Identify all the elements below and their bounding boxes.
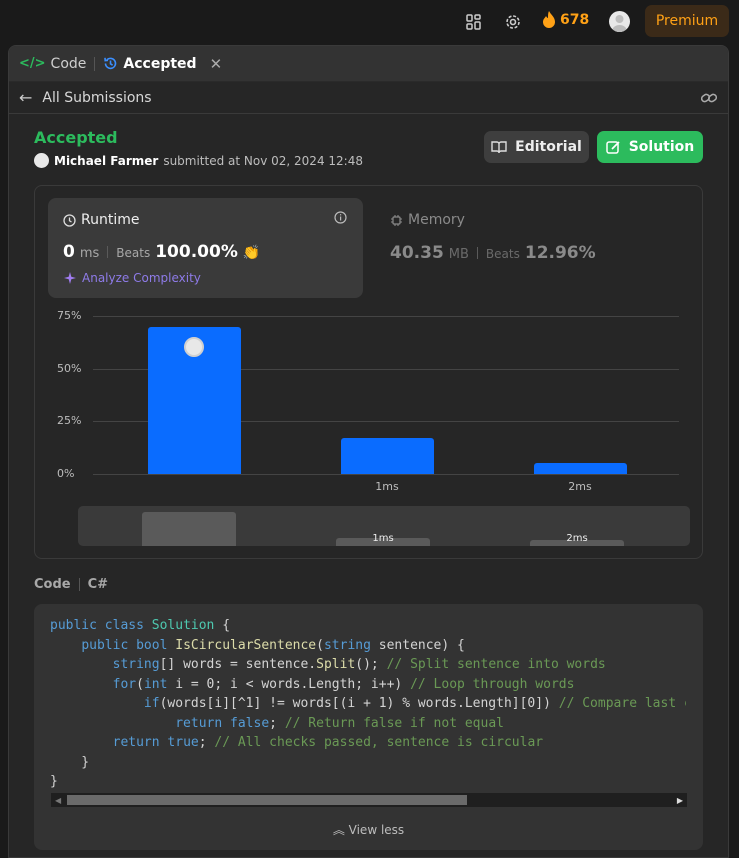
gridline xyxy=(93,474,679,475)
view-less-label: View less xyxy=(348,823,405,837)
memory-label: Memory xyxy=(408,212,465,228)
gear-icon[interactable] xyxy=(503,12,523,32)
submissions-bar: ← All Submissions xyxy=(9,82,728,114)
x-tick-label: 1ms xyxy=(375,480,399,493)
runtime-unit: ms xyxy=(79,246,100,261)
memory-beats-label: Beats xyxy=(485,247,520,261)
memory-unit: MB xyxy=(448,247,469,262)
chart-overview-slider[interactable]: 1ms 2ms xyxy=(78,506,690,546)
submitted-time: submitted at Nov 02, 2024 12:48 xyxy=(163,153,363,168)
runtime-label: Runtime xyxy=(81,212,140,228)
language-label: C# xyxy=(87,577,109,592)
performance-stats: Runtime 0 ms Beats 100.00% 👏 Analyze Com… xyxy=(34,185,703,559)
close-icon[interactable]: ✕ xyxy=(210,55,223,73)
user-position-avatar xyxy=(184,336,204,357)
y-tick-label: 25% xyxy=(57,414,82,428)
divider xyxy=(107,246,109,258)
avatar[interactable] xyxy=(609,11,630,32)
chevrons-up-icon: ︽ xyxy=(332,823,345,837)
scroll-left-icon[interactable]: ◀ xyxy=(55,796,61,805)
link-icon[interactable] xyxy=(700,90,718,110)
overview-label: 1ms xyxy=(372,533,394,544)
info-icon[interactable] xyxy=(334,211,347,228)
edit-icon xyxy=(605,140,620,154)
book-icon xyxy=(491,141,507,154)
submitter-info: Michael Farmer submitted at Nov 02, 2024… xyxy=(34,153,363,168)
overview-bar xyxy=(142,512,236,546)
tab-code-label: Code xyxy=(50,55,87,72)
runtime-title: Runtime xyxy=(63,212,139,228)
code-block[interactable]: public class Solution { public bool IsCi… xyxy=(50,616,686,794)
editorial-button[interactable]: Editorial xyxy=(484,131,589,163)
top-nav: 678 Premium xyxy=(0,0,739,44)
all-submissions-link[interactable]: All Submissions xyxy=(42,90,151,106)
code-icon: </> xyxy=(19,56,46,71)
code-viewer: public class Solution { public bool IsCi… xyxy=(34,604,703,850)
runtime-beats-label: Beats xyxy=(116,246,151,260)
chart-bar[interactable] xyxy=(340,438,434,474)
streak-counter[interactable]: 678 xyxy=(542,11,589,28)
code-label: Code xyxy=(34,577,71,592)
solution-label: Solution xyxy=(628,139,695,155)
memory-card[interactable]: Memory xyxy=(390,212,465,228)
runtime-beats-value: 100.00% xyxy=(155,242,238,262)
chip-icon xyxy=(391,214,402,226)
tab-accepted[interactable]: Accepted ✕ xyxy=(103,55,222,73)
scroll-right-icon[interactable]: ▶ xyxy=(677,796,683,805)
clock-icon xyxy=(63,213,76,227)
chart-bar[interactable] xyxy=(533,463,627,474)
premium-button[interactable]: Premium xyxy=(645,5,729,37)
arrow-left-icon[interactable]: ← xyxy=(19,88,32,107)
divider xyxy=(78,578,80,591)
runtime-value: 0 xyxy=(63,242,75,262)
memory-beats-value: 12.96% xyxy=(524,243,596,263)
gridline xyxy=(93,316,679,317)
tab-divider xyxy=(94,56,96,71)
scroll-thumb[interactable] xyxy=(67,795,467,805)
tab-bar: </> Code Accepted ✕ xyxy=(9,46,728,82)
view-less-button[interactable]: ︽ View less xyxy=(34,821,703,838)
clap-icon: 👏 xyxy=(242,245,261,261)
runtime-distribution-chart: 75% 50% 25% 0% 1ms 2ms xyxy=(35,304,704,494)
memory-value: 40.35 xyxy=(390,243,444,263)
submitter-name[interactable]: Michael Farmer xyxy=(54,154,158,168)
runtime-card[interactable]: Runtime 0 ms Beats 100.00% 👏 Analyze Com… xyxy=(48,198,363,298)
x-tick-label: 2ms xyxy=(568,480,592,493)
fire-icon xyxy=(543,11,555,28)
overview-label: 2ms xyxy=(566,533,588,544)
horizontal-scrollbar[interactable]: ◀ ▶ xyxy=(51,793,687,807)
analyze-label: Analyze Complexity xyxy=(82,271,201,285)
memory-values: 40.35 MB Beats 12.96% xyxy=(390,243,596,263)
y-tick-label: 50% xyxy=(57,361,82,375)
layout-icon[interactable] xyxy=(464,12,484,32)
editorial-label: Editorial xyxy=(515,139,582,155)
tab-accepted-label: Accepted xyxy=(123,55,197,72)
submission-status: Accepted xyxy=(34,128,118,147)
avatar[interactable] xyxy=(34,153,49,168)
tab-code[interactable]: </> Code xyxy=(19,56,86,72)
history-icon xyxy=(104,57,117,70)
divider xyxy=(476,247,478,259)
submission-panel: </> Code Accepted ✕ ← All Submissions Ac… xyxy=(8,45,729,858)
code-header: Code C# xyxy=(34,577,108,592)
y-tick-label: 0% xyxy=(57,467,75,480)
runtime-values: 0 ms Beats 100.00% 👏 xyxy=(63,242,260,262)
y-tick-label: 75% xyxy=(57,309,82,322)
sparkle-icon xyxy=(64,272,76,284)
analyze-complexity-button[interactable]: Analyze Complexity xyxy=(63,271,201,285)
solution-button[interactable]: Solution xyxy=(597,131,703,163)
streak-count: 678 xyxy=(560,11,590,28)
